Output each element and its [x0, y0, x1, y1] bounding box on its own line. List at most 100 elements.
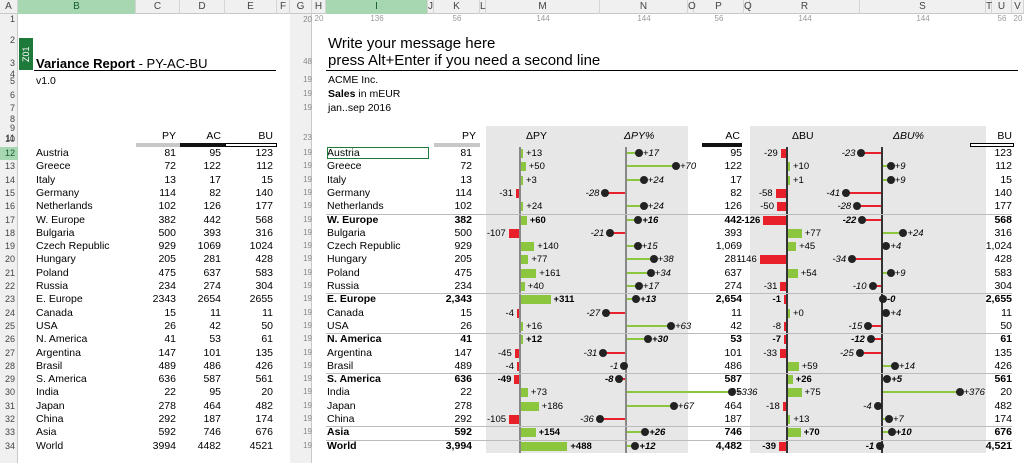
delta-bu-pct-label: -23: [841, 148, 856, 159]
delta-py-pct-dot: [599, 348, 608, 357]
column-header-h[interactable]: H: [312, 0, 326, 14]
row-header-12[interactable]: 12: [0, 147, 18, 161]
row-header-7[interactable]: 7: [0, 102, 18, 114]
row-height-10: 23: [303, 133, 312, 142]
delta-bu-bar: [780, 282, 786, 291]
column-header-d[interactable]: D: [180, 0, 225, 14]
row-header-14[interactable]: 14: [0, 174, 18, 187]
delta-py-bar: [521, 401, 539, 411]
left-row-value: 15: [164, 306, 176, 319]
left-header-bu: BU: [258, 130, 273, 142]
row-header-21[interactable]: 21: [0, 267, 18, 280]
column-header-u[interactable]: U: [992, 0, 1012, 14]
row-header-18[interactable]: 18: [0, 227, 18, 240]
row-header-25[interactable]: 25: [0, 320, 18, 333]
column-header-c[interactable]: C: [136, 0, 180, 14]
row-header-6[interactable]: 6: [0, 88, 18, 102]
row-name: S. America: [327, 373, 381, 386]
row-header-16[interactable]: 16: [0, 200, 18, 213]
column-header-a[interactable]: A: [0, 0, 18, 14]
delta-py-pct-dot: [669, 401, 678, 410]
delta-bu-label: +10: [793, 161, 810, 173]
ac-value: 95: [730, 147, 742, 159]
column-header-g[interactable]: G: [290, 0, 312, 14]
message-line-2[interactable]: press Alt+Enter if you need a second lin…: [328, 52, 600, 69]
left-row-value: 177: [255, 200, 273, 213]
row-header-22[interactable]: 22: [0, 280, 18, 293]
column-header-m[interactable]: M: [486, 0, 600, 14]
row-header-32[interactable]: 32: [0, 413, 18, 426]
left-row-value: 4521: [249, 439, 273, 452]
delta-bu-pct-dot: [876, 441, 885, 450]
row-header-20[interactable]: 20: [0, 253, 18, 266]
delta-bu-bar: [788, 228, 802, 238]
bu-value: 482: [994, 399, 1012, 412]
row-header-8[interactable]: 8: [0, 114, 18, 124]
column-header-k[interactable]: K: [434, 0, 480, 14]
row-header-2[interactable]: 2: [0, 24, 18, 56]
left-row-value: 592: [158, 426, 176, 439]
left-row-value: 140: [255, 186, 273, 199]
row-header-15[interactable]: 15: [0, 187, 18, 200]
bu-value: 112: [995, 160, 1012, 173]
row-header-13[interactable]: 13: [0, 160, 18, 173]
left-row-value: 587: [203, 373, 221, 386]
py-value: 3,994: [445, 439, 472, 452]
left-row-name: Canada: [36, 306, 73, 319]
column-header-e[interactable]: E: [225, 0, 277, 14]
row-header-28[interactable]: 28: [0, 360, 18, 373]
row-header-1[interactable]: 1: [0, 14, 18, 24]
row-header-24[interactable]: 24: [0, 307, 18, 320]
sheet-badge: Z01: [19, 38, 33, 70]
column-header-b[interactable]: B: [18, 0, 136, 14]
row-header-3[interactable]: 3: [0, 56, 18, 70]
column-header-v[interactable]: V: [1012, 0, 1024, 14]
delta-py-pct-label: -1: [609, 360, 619, 372]
column-header-s[interactable]: S: [860, 0, 986, 14]
delta-bu-label: -8: [772, 320, 781, 332]
py-value: 26: [460, 319, 472, 332]
left-row-name: India: [36, 386, 59, 399]
ac-value: 464: [724, 399, 742, 412]
row-header-31[interactable]: 31: [0, 400, 18, 413]
delta-py-pct-label: +70: [680, 161, 697, 173]
title-underline: [34, 70, 276, 71]
delta-bu-pct-label: -34: [832, 254, 847, 266]
left-row-value: 41: [164, 333, 176, 346]
column-width-n: 144: [637, 14, 651, 23]
column-header-i[interactable]: I: [326, 0, 428, 14]
message-line-1[interactable]: Write your message here: [328, 35, 495, 52]
row-header-27[interactable]: 27: [0, 347, 18, 360]
left-row-value: 81: [164, 147, 176, 159]
delta-py-label: -4: [505, 307, 514, 319]
row-name[interactable]: Austria: [327, 147, 429, 159]
row-header-19[interactable]: 19: [0, 240, 18, 253]
row-name: Germany: [327, 186, 371, 199]
py-value: 102: [454, 200, 472, 213]
delta-bu-pct-dot: [890, 361, 899, 370]
row-header-5[interactable]: 5: [0, 74, 18, 88]
column-header-f[interactable]: F: [277, 0, 290, 14]
row-header-11[interactable]: 11: [0, 133, 18, 143]
delta-bu-label: -18: [766, 400, 780, 412]
row-header-17[interactable]: 17: [0, 214, 18, 227]
delta-py-pct-dot: [602, 308, 611, 317]
delta-py-pct-label: -27: [586, 307, 601, 319]
column-header-n[interactable]: N: [600, 0, 688, 14]
column-width-v: 20: [1013, 14, 1023, 23]
row-header-29[interactable]: 29: [0, 373, 18, 386]
delta-bu-bar: [759, 255, 786, 265]
row-height-7: 19: [303, 103, 312, 112]
column-header-p[interactable]: P: [694, 0, 744, 14]
py-value: 13: [460, 173, 472, 186]
row-header-34[interactable]: 34: [0, 440, 18, 453]
column-header-r[interactable]: R: [750, 0, 860, 14]
row-header-26[interactable]: 26: [0, 333, 18, 346]
delta-py-label: +13: [526, 148, 543, 159]
py-value: 72: [460, 160, 472, 173]
row-header-23[interactable]: 23: [0, 293, 18, 306]
row-header-33[interactable]: 33: [0, 426, 18, 439]
row-header-30[interactable]: 30: [0, 386, 18, 399]
delta-py-pct-label: -8: [604, 374, 614, 386]
left-row-value: 292: [158, 413, 176, 425]
